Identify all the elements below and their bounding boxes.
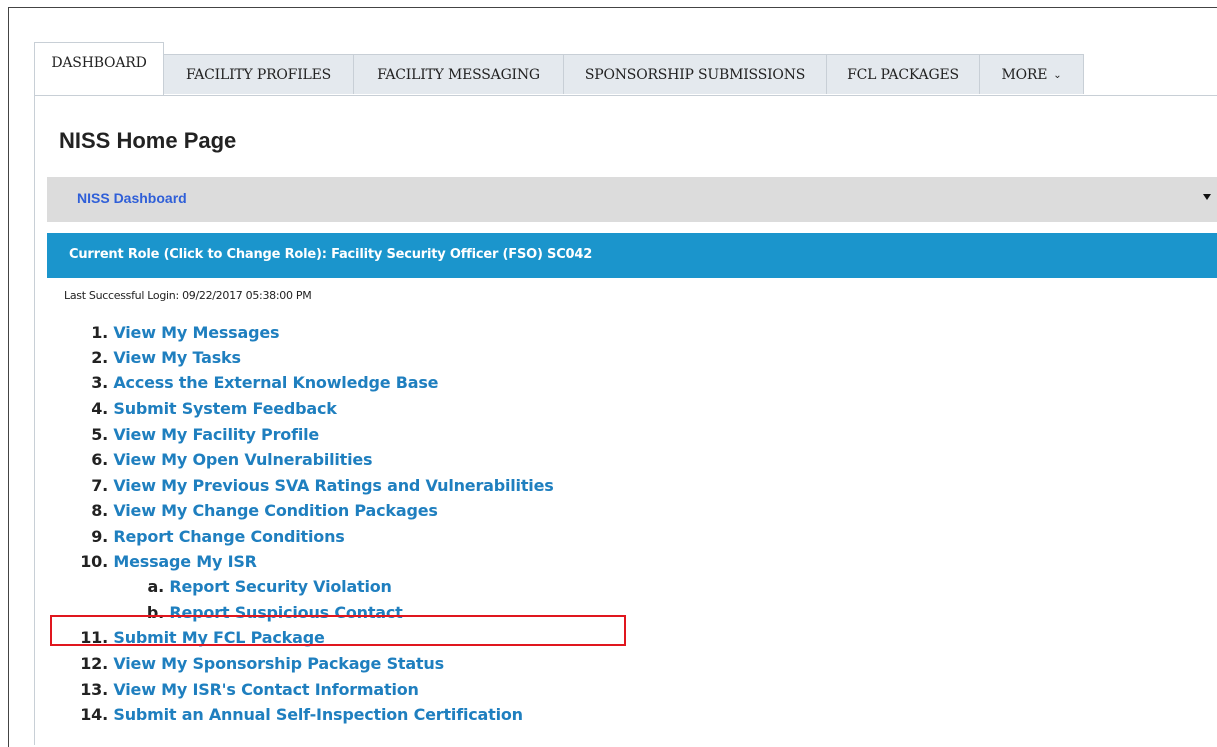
message-my-isr-link[interactable]: Message My ISR <box>113 552 257 571</box>
list-number: a. <box>147 577 165 596</box>
current-role-text: Current Role (Click to Change Role): Fac… <box>69 247 593 262</box>
system-feedback-link[interactable]: Submit System Feedback <box>113 399 337 418</box>
tab-label: MORE <box>1001 66 1048 83</box>
tab-label: FACILITY PROFILES <box>185 66 332 83</box>
tab-facility-profiles[interactable]: FACILITY PROFILES <box>163 54 354 94</box>
list-number: 8. <box>91 501 108 520</box>
list-item: 8. View My Change Condition Packages <box>78 501 438 520</box>
list-number: 2. <box>91 348 108 367</box>
sva-ratings-link[interactable]: View My Previous SVA Ratings and Vulnera… <box>113 476 553 495</box>
tab-label: DASHBOARD <box>51 55 147 71</box>
tab-label: SPONSORSHIP SUBMISSIONS <box>584 66 806 83</box>
current-role-bar[interactable]: Current Role (Click to Change Role): Fac… <box>47 233 1217 278</box>
report-change-conditions-link[interactable]: Report Change Conditions <box>113 527 344 546</box>
list-number: 9. <box>91 527 108 546</box>
list-number: 7. <box>91 476 108 495</box>
knowledge-base-link[interactable]: Access the External Knowledge Base <box>113 373 438 392</box>
list-number: 5. <box>91 425 108 444</box>
tab-fcl-packages[interactable]: FCL PACKAGES <box>826 54 980 94</box>
list-item: 10. Message My ISR <box>78 552 257 571</box>
caret-down-icon[interactable] <box>1203 194 1211 200</box>
tab-label: FACILITY MESSAGING <box>377 66 540 83</box>
list-number: 12. <box>80 654 108 673</box>
list-item: 1. View My Messages <box>78 323 279 342</box>
list-item: 13. View My ISR's Contact Information <box>78 680 419 699</box>
tab-label: FCL PACKAGES <box>847 66 959 83</box>
list-number: 6. <box>91 450 108 469</box>
chevron-down-icon: ⌄ <box>1053 70 1062 81</box>
list-number: 1. <box>91 323 108 342</box>
list-item: 3. Access the External Knowledge Base <box>78 373 438 392</box>
view-my-tasks-link[interactable]: View My Tasks <box>113 348 241 367</box>
open-vulnerabilities-link[interactable]: View My Open Vulnerabilities <box>113 450 372 469</box>
list-number: 13. <box>80 680 108 699</box>
list-item: 5. View My Facility Profile <box>78 425 319 444</box>
list-item: 6. View My Open Vulnerabilities <box>78 450 372 469</box>
list-item: 2. View My Tasks <box>78 348 241 367</box>
page-title: NISS Home Page <box>59 128 237 153</box>
sponsorship-package-status-link[interactable]: View My Sponsorship Package Status <box>113 654 444 673</box>
dashboard-label: NISS Dashboard <box>77 190 187 206</box>
tab-facility-messaging[interactable]: FACILITY MESSAGING <box>353 54 564 94</box>
facility-profile-link[interactable]: View My Facility Profile <box>113 425 319 444</box>
list-number: 4. <box>91 399 108 418</box>
report-security-violation-link[interactable]: Report Security Violation <box>169 577 392 596</box>
self-inspection-certification-link[interactable]: Submit an Annual Self-Inspection Certifi… <box>113 705 523 724</box>
list-number: 14. <box>80 705 108 724</box>
list-item: 9. Report Change Conditions <box>78 527 345 546</box>
list-item: 4. Submit System Feedback <box>78 399 337 418</box>
tab-sponsorship-submissions[interactable]: SPONSORSHIP SUBMISSIONS <box>563 54 827 94</box>
highlight-box <box>50 615 626 646</box>
list-item: 14. Submit an Annual Self-Inspection Cer… <box>78 705 523 724</box>
isr-contact-information-link[interactable]: View My ISR's Contact Information <box>113 680 419 699</box>
change-condition-packages-link[interactable]: View My Change Condition Packages <box>113 501 438 520</box>
tab-dashboard[interactable]: DASHBOARD <box>34 42 164 95</box>
list-item: 12. View My Sponsorship Package Status <box>78 654 444 673</box>
view-my-messages-link[interactable]: View My Messages <box>113 323 279 342</box>
list-number: 10. <box>80 552 108 571</box>
dashboard-header[interactable]: NISS Dashboard <box>47 177 1217 222</box>
last-login-text: Last Successful Login: 09/22/2017 05:38:… <box>64 289 312 302</box>
list-item: 7. View My Previous SVA Ratings and Vuln… <box>78 476 554 495</box>
tab-more[interactable]: MORE ⌄ <box>979 54 1084 94</box>
list-number: 3. <box>91 373 108 392</box>
list-item: a. Report Security Violation <box>140 577 392 596</box>
